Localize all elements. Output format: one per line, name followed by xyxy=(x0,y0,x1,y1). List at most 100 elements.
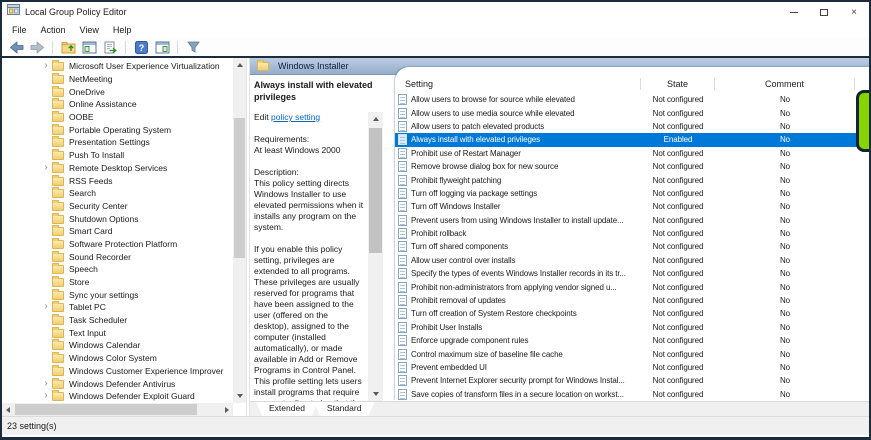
setting-row[interactable]: Enforce upgrade component rules Not conf… xyxy=(395,334,869,347)
scroll-up-icon[interactable] xyxy=(372,117,379,121)
setting-row[interactable]: Allow user control over installs Not con… xyxy=(395,254,869,267)
back-icon[interactable] xyxy=(7,39,25,55)
policy-icon xyxy=(398,201,407,213)
forward-icon[interactable] xyxy=(28,39,46,55)
chevron-right-icon[interactable]: › xyxy=(40,61,52,71)
setting-row[interactable]: Allow users to patch elevated products N… xyxy=(395,120,869,133)
tree-item[interactable]: › Text Input xyxy=(2,326,246,339)
tab-standard[interactable]: Standard xyxy=(314,402,375,416)
setting-state: Not configured xyxy=(652,188,704,198)
policy-icon xyxy=(398,214,407,226)
close-button[interactable]: × xyxy=(839,2,869,22)
details-header-title: Windows Installer xyxy=(278,61,349,71)
menu-action[interactable]: Action xyxy=(34,25,73,35)
setting-row[interactable]: Prevent embedded UI Not configured No xyxy=(395,361,869,374)
setting-row[interactable]: Prohibit User Installs Not configured No xyxy=(395,321,869,334)
chevron-right-icon[interactable]: › xyxy=(40,302,52,312)
tree-item[interactable]: › Presentation Settings xyxy=(2,136,246,149)
menu-file[interactable]: File xyxy=(5,25,34,35)
column-header-comment[interactable]: Comment xyxy=(715,78,855,90)
tree-vertical-scrollbar[interactable] xyxy=(233,58,246,403)
maximize-button[interactable] xyxy=(809,2,839,22)
chevron-right-icon[interactable]: › xyxy=(40,391,52,401)
tree-item[interactable]: › Push To Install xyxy=(2,149,246,162)
up-one-level-icon[interactable] xyxy=(59,39,77,55)
tree-item[interactable]: › OneDrive xyxy=(2,85,246,98)
export-list-icon[interactable] xyxy=(101,39,119,55)
details-pane: Windows Installer Always install with el… xyxy=(250,58,869,416)
help-icon[interactable]: ? xyxy=(132,39,150,55)
setting-row[interactable]: Always install with elevated privileges … xyxy=(395,133,869,147)
tree-item[interactable]: › Security Center xyxy=(2,199,246,213)
toolbar: ? xyxy=(2,38,869,56)
setting-row[interactable]: Prohibit rollback Not configured No xyxy=(395,227,869,240)
tree-item[interactable]: › Tablet PC xyxy=(2,301,246,314)
scrollbar-thumb[interactable] xyxy=(15,404,197,415)
tree-item[interactable]: › Sound Recorder xyxy=(2,250,246,263)
setting-state: Not configured xyxy=(652,336,704,346)
setting-row[interactable]: Turn off creation of System Restore chec… xyxy=(395,307,869,320)
setting-row[interactable]: Prohibit non-administrators from applyin… xyxy=(395,280,869,293)
setting-row[interactable]: Specify the types of events Windows Inst… xyxy=(395,267,869,280)
scrollbar-thumb[interactable] xyxy=(234,118,245,258)
tree-item[interactable]: › Windows Defender Exploit Guard xyxy=(2,390,246,403)
setting-row[interactable]: Turn off logging via package settings No… xyxy=(395,187,869,200)
menu-help[interactable]: Help xyxy=(106,25,139,35)
tree-item[interactable]: › Store xyxy=(2,276,246,289)
column-header-setting[interactable]: Setting xyxy=(395,78,641,90)
policy-setting-link[interactable]: policy setting xyxy=(271,112,320,122)
tree-item[interactable]: › Remote Desktop Services xyxy=(2,161,246,175)
tree-horizontal-scrollbar[interactable] xyxy=(2,403,233,416)
setting-row[interactable]: Turn off Windows Installer Not configure… xyxy=(395,200,869,213)
tree-item[interactable]: › Task Scheduler xyxy=(2,314,246,327)
show-console-tree-icon[interactable] xyxy=(80,39,98,55)
tree-item[interactable]: › Windows Defender Antivirus xyxy=(2,377,246,390)
scroll-left-icon[interactable] xyxy=(6,406,10,413)
setting-state: Not configured xyxy=(652,389,704,399)
action-pane-icon[interactable] xyxy=(153,39,171,55)
tree-item[interactable]: › Microsoft User Experience Virtualizati… xyxy=(2,60,246,73)
tree-item[interactable]: › Software Protection Platform xyxy=(2,237,246,251)
scroll-down-icon[interactable] xyxy=(236,394,243,398)
tree-item[interactable]: › Search xyxy=(2,187,246,200)
tree-item[interactable]: › Windows Customer Experience Improver xyxy=(2,364,246,378)
setting-row[interactable]: Save copies of transform files in a secu… xyxy=(395,388,869,401)
scroll-right-icon[interactable] xyxy=(225,406,229,413)
folder-icon xyxy=(52,212,64,224)
menu-view[interactable]: View xyxy=(73,25,106,35)
setting-row[interactable]: Prevent Internet Explorer security promp… xyxy=(395,374,869,387)
chevron-right-icon[interactable]: › xyxy=(40,162,52,172)
setting-row[interactable]: Prohibit flyweight patching Not configur… xyxy=(395,173,869,186)
setting-row[interactable]: Prohibit removal of updates Not configur… xyxy=(395,294,869,307)
tree-item[interactable]: › Smart Card xyxy=(2,225,246,238)
tree-item[interactable]: › Sync your settings xyxy=(2,288,246,301)
tree-item[interactable]: › Windows Color System xyxy=(2,352,246,365)
scrollbar-thumb[interactable] xyxy=(369,128,382,253)
setting-row[interactable]: Turn off shared components Not configure… xyxy=(395,240,869,253)
scroll-down-icon[interactable] xyxy=(372,392,379,396)
setting-state: Not configured xyxy=(652,296,704,306)
setting-state: Not configured xyxy=(652,309,704,319)
tree-item[interactable]: › Online Assistance xyxy=(2,98,246,111)
description-scrollbar[interactable] xyxy=(368,112,383,401)
tree-item[interactable]: › Shutdown Options xyxy=(2,212,246,225)
tab-extended[interactable]: Extended xyxy=(256,402,318,416)
tree-item[interactable]: › Portable Operating System xyxy=(2,123,246,136)
scroll-up-icon[interactable] xyxy=(236,63,243,67)
tree-item[interactable]: › Windows Calendar xyxy=(2,339,246,352)
setting-row[interactable]: Remove browse dialog box for new source … xyxy=(395,160,869,173)
minimize-button[interactable] xyxy=(779,2,809,22)
setting-row[interactable]: Allow users to browse for source while e… xyxy=(395,93,869,106)
tree-item[interactable]: › Speech xyxy=(2,263,246,276)
column-header-state[interactable]: State xyxy=(641,78,715,90)
setting-row[interactable]: Allow users to use media source while el… xyxy=(395,106,869,119)
tree-item[interactable]: › RSS Feeds xyxy=(2,174,246,187)
chevron-right-icon[interactable]: › xyxy=(40,378,52,388)
tree-item[interactable]: › OOBE xyxy=(2,111,246,124)
setting-row[interactable]: Control maximum size of baseline file ca… xyxy=(395,347,869,360)
setting-row[interactable]: Prevent users from using Windows Install… xyxy=(395,214,869,227)
setting-row[interactable]: Prohibit use of Restart Manager Not conf… xyxy=(395,147,869,160)
tree-item[interactable]: › NetMeeting xyxy=(2,73,246,86)
setting-name: Prohibit flyweight patching xyxy=(411,175,502,185)
filter-icon[interactable] xyxy=(184,39,202,55)
